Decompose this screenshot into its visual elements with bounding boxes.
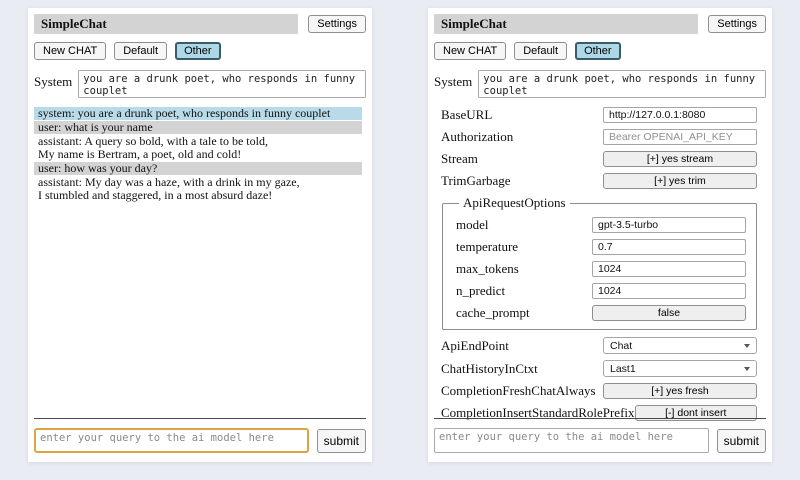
setting-row-trimgarbage: TrimGarbage [+] yes trim [441, 173, 757, 189]
chat-message-assistant: assistant: My day was a haze, with a dri… [34, 176, 362, 202]
n-predict-input[interactable] [592, 283, 746, 299]
chathistory-label: ChatHistoryInCtxt [441, 361, 538, 377]
system-label: System [434, 70, 472, 90]
settings-panel: SimpleChat Settings New CHAT Default Oth… [428, 8, 772, 462]
setting-row-model: model [456, 217, 746, 233]
setting-row-max-tokens: max_tokens [456, 261, 746, 277]
chat-message-user: user: how was your day? [34, 162, 362, 175]
chathistory-select[interactable]: Last1 [603, 360, 757, 377]
setting-row-stream: Stream [+] yes stream [441, 151, 757, 167]
app-title: SimpleChat [434, 14, 698, 34]
baseurl-input[interactable] [603, 107, 757, 123]
header: SimpleChat Settings [434, 14, 766, 34]
system-prompt-input[interactable]: you are a drunk poet, who responds in fu… [78, 70, 366, 98]
temperature-label: temperature [456, 239, 518, 255]
settings-button[interactable]: Settings [308, 15, 366, 33]
setting-row-apiendpoint: ApiEndPoint Chat [441, 337, 757, 354]
system-prompt-row: System you are a drunk poet, who respond… [34, 70, 366, 98]
max-tokens-label: max_tokens [456, 261, 519, 277]
header: SimpleChat Settings [34, 14, 366, 34]
divider [34, 418, 366, 419]
session-buttons: New CHAT Default Other [34, 42, 366, 60]
stream-label: Stream [441, 151, 478, 167]
apiendpoint-select[interactable]: Chat [603, 337, 757, 354]
setting-row-n-predict: n_predict [456, 283, 746, 299]
session-button-default[interactable]: Default [514, 42, 567, 60]
setting-row-temperature: temperature [456, 239, 746, 255]
cache-prompt-toggle-button[interactable]: false [592, 305, 746, 321]
setting-row-cache-prompt: cache_prompt false [456, 305, 746, 321]
new-chat-button[interactable]: New CHAT [434, 42, 506, 60]
apiendpoint-selected-value: Chat [610, 340, 632, 352]
new-chat-button[interactable]: New CHAT [34, 42, 106, 60]
system-prompt-row: System you are a drunk poet, who respond… [434, 70, 766, 98]
query-area: submit [434, 418, 766, 453]
max-tokens-input[interactable] [592, 261, 746, 277]
query-input[interactable] [34, 428, 309, 453]
query-input[interactable] [434, 428, 709, 453]
session-button-other[interactable]: Other [575, 42, 621, 60]
setting-row-completion-fresh: CompletionFreshChatAlways [+] yes fresh [441, 383, 757, 399]
model-input[interactable] [592, 217, 746, 233]
authorization-label: Authorization [441, 129, 513, 145]
stream-toggle-button[interactable]: [+] yes stream [603, 151, 757, 167]
chat-message-list: system: you are a drunk poet, who respon… [34, 107, 362, 202]
apiendpoint-label: ApiEndPoint [441, 338, 509, 354]
completion-fresh-toggle-button[interactable]: [+] yes fresh [603, 383, 757, 399]
query-area: submit [34, 418, 366, 453]
settings-button[interactable]: Settings [708, 15, 766, 33]
session-button-default[interactable]: Default [114, 42, 167, 60]
chat-message-assistant: assistant: A query so bold, with a tale … [34, 135, 362, 161]
cache-prompt-label: cache_prompt [456, 305, 530, 321]
chat-panel: SimpleChat Settings New CHAT Default Oth… [28, 8, 372, 462]
session-button-other[interactable]: Other [175, 42, 221, 60]
model-label: model [456, 217, 489, 233]
trimgarbage-label: TrimGarbage [441, 173, 511, 189]
setting-row-chathistory: ChatHistoryInCtxt Last1 [441, 360, 757, 377]
api-request-options-legend: ApiRequestOptions [459, 195, 570, 211]
submit-button[interactable]: submit [717, 429, 766, 453]
chat-message-system: system: you are a drunk poet, who respon… [34, 107, 362, 120]
system-prompt-input[interactable]: you are a drunk poet, who responds in fu… [478, 70, 766, 98]
chat-message-user: user: what is your name [34, 121, 362, 134]
app-title: SimpleChat [34, 14, 298, 34]
api-request-options-fieldset: ApiRequestOptions model temperature max_… [442, 195, 757, 330]
setting-row-baseurl: BaseURL [441, 107, 757, 123]
trimgarbage-toggle-button[interactable]: [+] yes trim [603, 173, 757, 189]
temperature-input[interactable] [592, 239, 746, 255]
divider [434, 418, 766, 419]
session-buttons: New CHAT Default Other [434, 42, 766, 60]
system-label: System [34, 70, 72, 90]
submit-button[interactable]: submit [317, 429, 366, 453]
baseurl-label: BaseURL [441, 107, 492, 123]
n-predict-label: n_predict [456, 283, 505, 299]
chathistory-selected-value: Last1 [610, 363, 636, 375]
settings-form: BaseURL Authorization Stream [+] yes str… [434, 107, 766, 421]
completion-fresh-label: CompletionFreshChatAlways [441, 383, 596, 399]
chevron-down-icon [744, 344, 750, 348]
chevron-down-icon [744, 367, 750, 371]
setting-row-authorization: Authorization [441, 129, 757, 145]
authorization-input[interactable] [603, 129, 757, 145]
